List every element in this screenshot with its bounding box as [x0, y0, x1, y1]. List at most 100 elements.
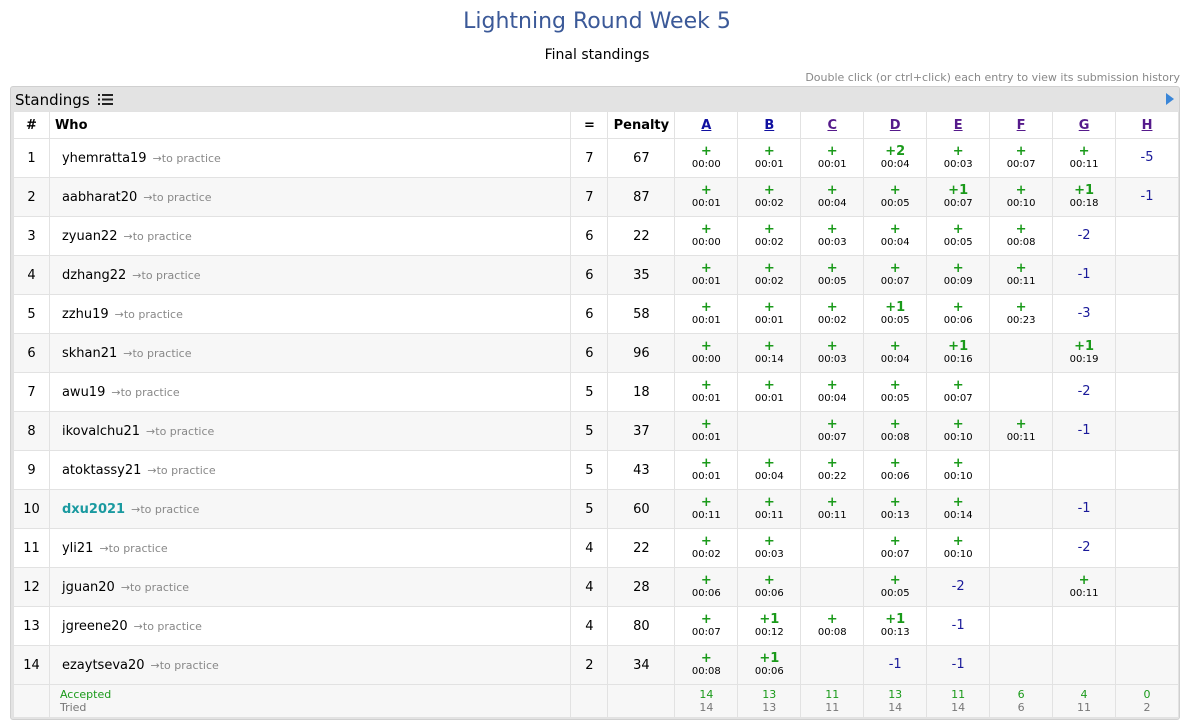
to-practice-link[interactable]: →to practice	[153, 152, 221, 165]
problem-result-cell[interactable]: +00:01	[737, 372, 802, 412]
who-cell[interactable]: ezaytseva20 →to practice	[48, 645, 572, 685]
problem-result-cell[interactable]: +00:05	[926, 216, 991, 256]
problem-result-cell[interactable]: +00:01	[737, 138, 802, 178]
contestant-name[interactable]: ezaytseva20	[62, 658, 145, 673]
problem-result-cell[interactable]: +00:03	[800, 333, 865, 373]
list-icon[interactable]	[98, 93, 114, 106]
table-row[interactable]: 9 atoktassy21 →to practice 5 43 +00:01 +00:04 +…	[13, 450, 1179, 490]
problem-result-cell[interactable]: -1	[926, 645, 991, 685]
to-practice-link[interactable]: →to practice	[146, 425, 214, 438]
who-cell[interactable]: aabharat20 →to practice	[48, 177, 572, 217]
problem-result-cell[interactable]	[1115, 333, 1179, 373]
problem-result-cell[interactable]: +00:11	[800, 489, 865, 529]
problem-result-cell[interactable]: +00:02	[800, 294, 865, 334]
problem-result-cell[interactable]: +1 00:13	[863, 606, 928, 646]
problem-result-cell[interactable]	[989, 606, 1054, 646]
problem-result-cell[interactable]	[989, 489, 1054, 529]
contestant-name[interactable]: ikovalchu21	[62, 424, 140, 439]
to-practice-link[interactable]: →to practice	[131, 503, 199, 516]
problem-link-e[interactable]: E	[954, 118, 963, 133]
problem-result-cell[interactable]	[800, 567, 865, 607]
problem-result-cell[interactable]: +00:07	[674, 606, 739, 646]
problem-result-cell[interactable]: +00:07	[863, 255, 928, 295]
contestant-name[interactable]: aabharat20	[62, 190, 137, 205]
table-row[interactable]: 11 yli21 →to practice 4 22 +00:02 +00:03 +00:07…	[13, 528, 1179, 568]
problem-result-cell[interactable]: +00:04	[863, 333, 928, 373]
problem-result-cell[interactable]: +00:06	[737, 567, 802, 607]
table-row[interactable]: 12 jguan20 →to practice 4 28 +00:06 +00:06 +00:…	[13, 567, 1179, 607]
problem-result-cell[interactable]: +00:07	[863, 528, 928, 568]
triangle-right-icon[interactable]	[1166, 93, 1174, 105]
problem-result-cell[interactable]: +00:10	[926, 528, 991, 568]
problem-result-cell[interactable]: +00:08	[863, 411, 928, 451]
problem-result-cell[interactable]: -3	[1052, 294, 1117, 334]
contestant-name[interactable]: atoktassy21	[62, 463, 141, 478]
problem-result-cell[interactable]: +00:00	[674, 138, 739, 178]
problem-result-cell[interactable]: +00:09	[926, 255, 991, 295]
to-practice-link[interactable]: →to practice	[132, 269, 200, 282]
problem-result-cell[interactable]: -1	[1052, 255, 1117, 295]
problem-link-h[interactable]: H	[1142, 118, 1153, 133]
problem-result-cell[interactable]	[1115, 567, 1179, 607]
to-practice-link[interactable]: →to practice	[147, 464, 215, 477]
who-cell[interactable]: yhemratta19 →to practice	[48, 138, 572, 178]
problem-result-cell[interactable]: +00:14	[926, 489, 991, 529]
problem-result-cell[interactable]: +00:00	[674, 216, 739, 256]
table-row[interactable]: 5 zzhu19 →to practice 6 58 +00:01 +00:01 +00:02…	[13, 294, 1179, 334]
who-cell[interactable]: yli21 →to practice	[48, 528, 572, 568]
problem-result-cell[interactable]	[1115, 489, 1179, 529]
problem-result-cell[interactable]: +00:00	[674, 333, 739, 373]
problem-result-cell[interactable]	[989, 645, 1054, 685]
problem-result-cell[interactable]: +00:05	[863, 177, 928, 217]
table-row[interactable]: 2 aabharat20 →to practice 7 87 +00:01 +00:02 +0…	[13, 177, 1179, 217]
problem-result-cell[interactable]	[989, 372, 1054, 412]
to-practice-link[interactable]: →to practice	[123, 347, 191, 360]
problem-link-d[interactable]: D	[890, 118, 901, 133]
problem-result-cell[interactable]: +00:01	[674, 255, 739, 295]
who-cell[interactable]: awu19 →to practice	[48, 372, 572, 412]
problem-result-cell[interactable]: +00:04	[737, 450, 802, 490]
problem-result-cell[interactable]	[1115, 411, 1179, 451]
problem-result-cell[interactable]: +00:14	[737, 333, 802, 373]
problem-result-cell[interactable]: +00:01	[800, 138, 865, 178]
problem-result-cell[interactable]: +1 00:07	[926, 177, 991, 217]
problem-result-cell[interactable]: +00:10	[989, 177, 1054, 217]
who-cell[interactable]: jguan20 →to practice	[48, 567, 572, 607]
to-practice-link[interactable]: →to practice	[99, 542, 167, 555]
problem-result-cell[interactable]: +00:02	[737, 255, 802, 295]
problem-result-cell[interactable]: +00:08	[800, 606, 865, 646]
problem-result-cell[interactable]: -2	[1052, 372, 1117, 412]
problem-result-cell[interactable]	[989, 333, 1054, 373]
problem-result-cell[interactable]: +1 00:05	[863, 294, 928, 334]
problem-result-cell[interactable]: +1 00:18	[1052, 177, 1117, 217]
problem-result-cell[interactable]	[1115, 450, 1179, 490]
problem-result-cell[interactable]: -1	[863, 645, 928, 685]
problem-result-cell[interactable]: +1 00:06	[737, 645, 802, 685]
problem-result-cell[interactable]	[800, 645, 865, 685]
problem-result-cell[interactable]: +00:04	[863, 216, 928, 256]
problem-result-cell[interactable]: +00:05	[863, 372, 928, 412]
problem-result-cell[interactable]	[1115, 645, 1179, 685]
problem-result-cell[interactable]	[800, 528, 865, 568]
contestant-name[interactable]: yli21	[62, 541, 93, 556]
problem-result-cell[interactable]: +1 00:19	[1052, 333, 1117, 373]
problem-result-cell[interactable]: -1	[926, 606, 991, 646]
problem-result-cell[interactable]: +00:07	[926, 372, 991, 412]
contestant-name[interactable]: jguan20	[62, 580, 115, 595]
who-cell[interactable]: jgreene20 →to practice	[48, 606, 572, 646]
to-practice-link[interactable]: →to practice	[123, 230, 191, 243]
problem-result-cell[interactable]: +00:08	[989, 216, 1054, 256]
problem-result-cell[interactable]: +00:02	[737, 177, 802, 217]
problem-result-cell[interactable]	[1115, 528, 1179, 568]
problem-result-cell[interactable]	[737, 411, 802, 451]
problem-link-f[interactable]: F	[1017, 118, 1026, 133]
problem-result-cell[interactable]: +00:23	[989, 294, 1054, 334]
contestant-name[interactable]: zzhu19	[62, 307, 109, 322]
problem-result-cell[interactable]: +00:01	[737, 294, 802, 334]
problem-result-cell[interactable]: -1	[1115, 177, 1179, 217]
problem-result-cell[interactable]: +00:05	[863, 567, 928, 607]
problem-result-cell[interactable]: +00:04	[800, 372, 865, 412]
who-cell[interactable]: dxu2021 →to practice	[48, 489, 572, 529]
contestant-name[interactable]: jgreene20	[62, 619, 128, 634]
problem-result-cell[interactable]: +00:07	[800, 411, 865, 451]
